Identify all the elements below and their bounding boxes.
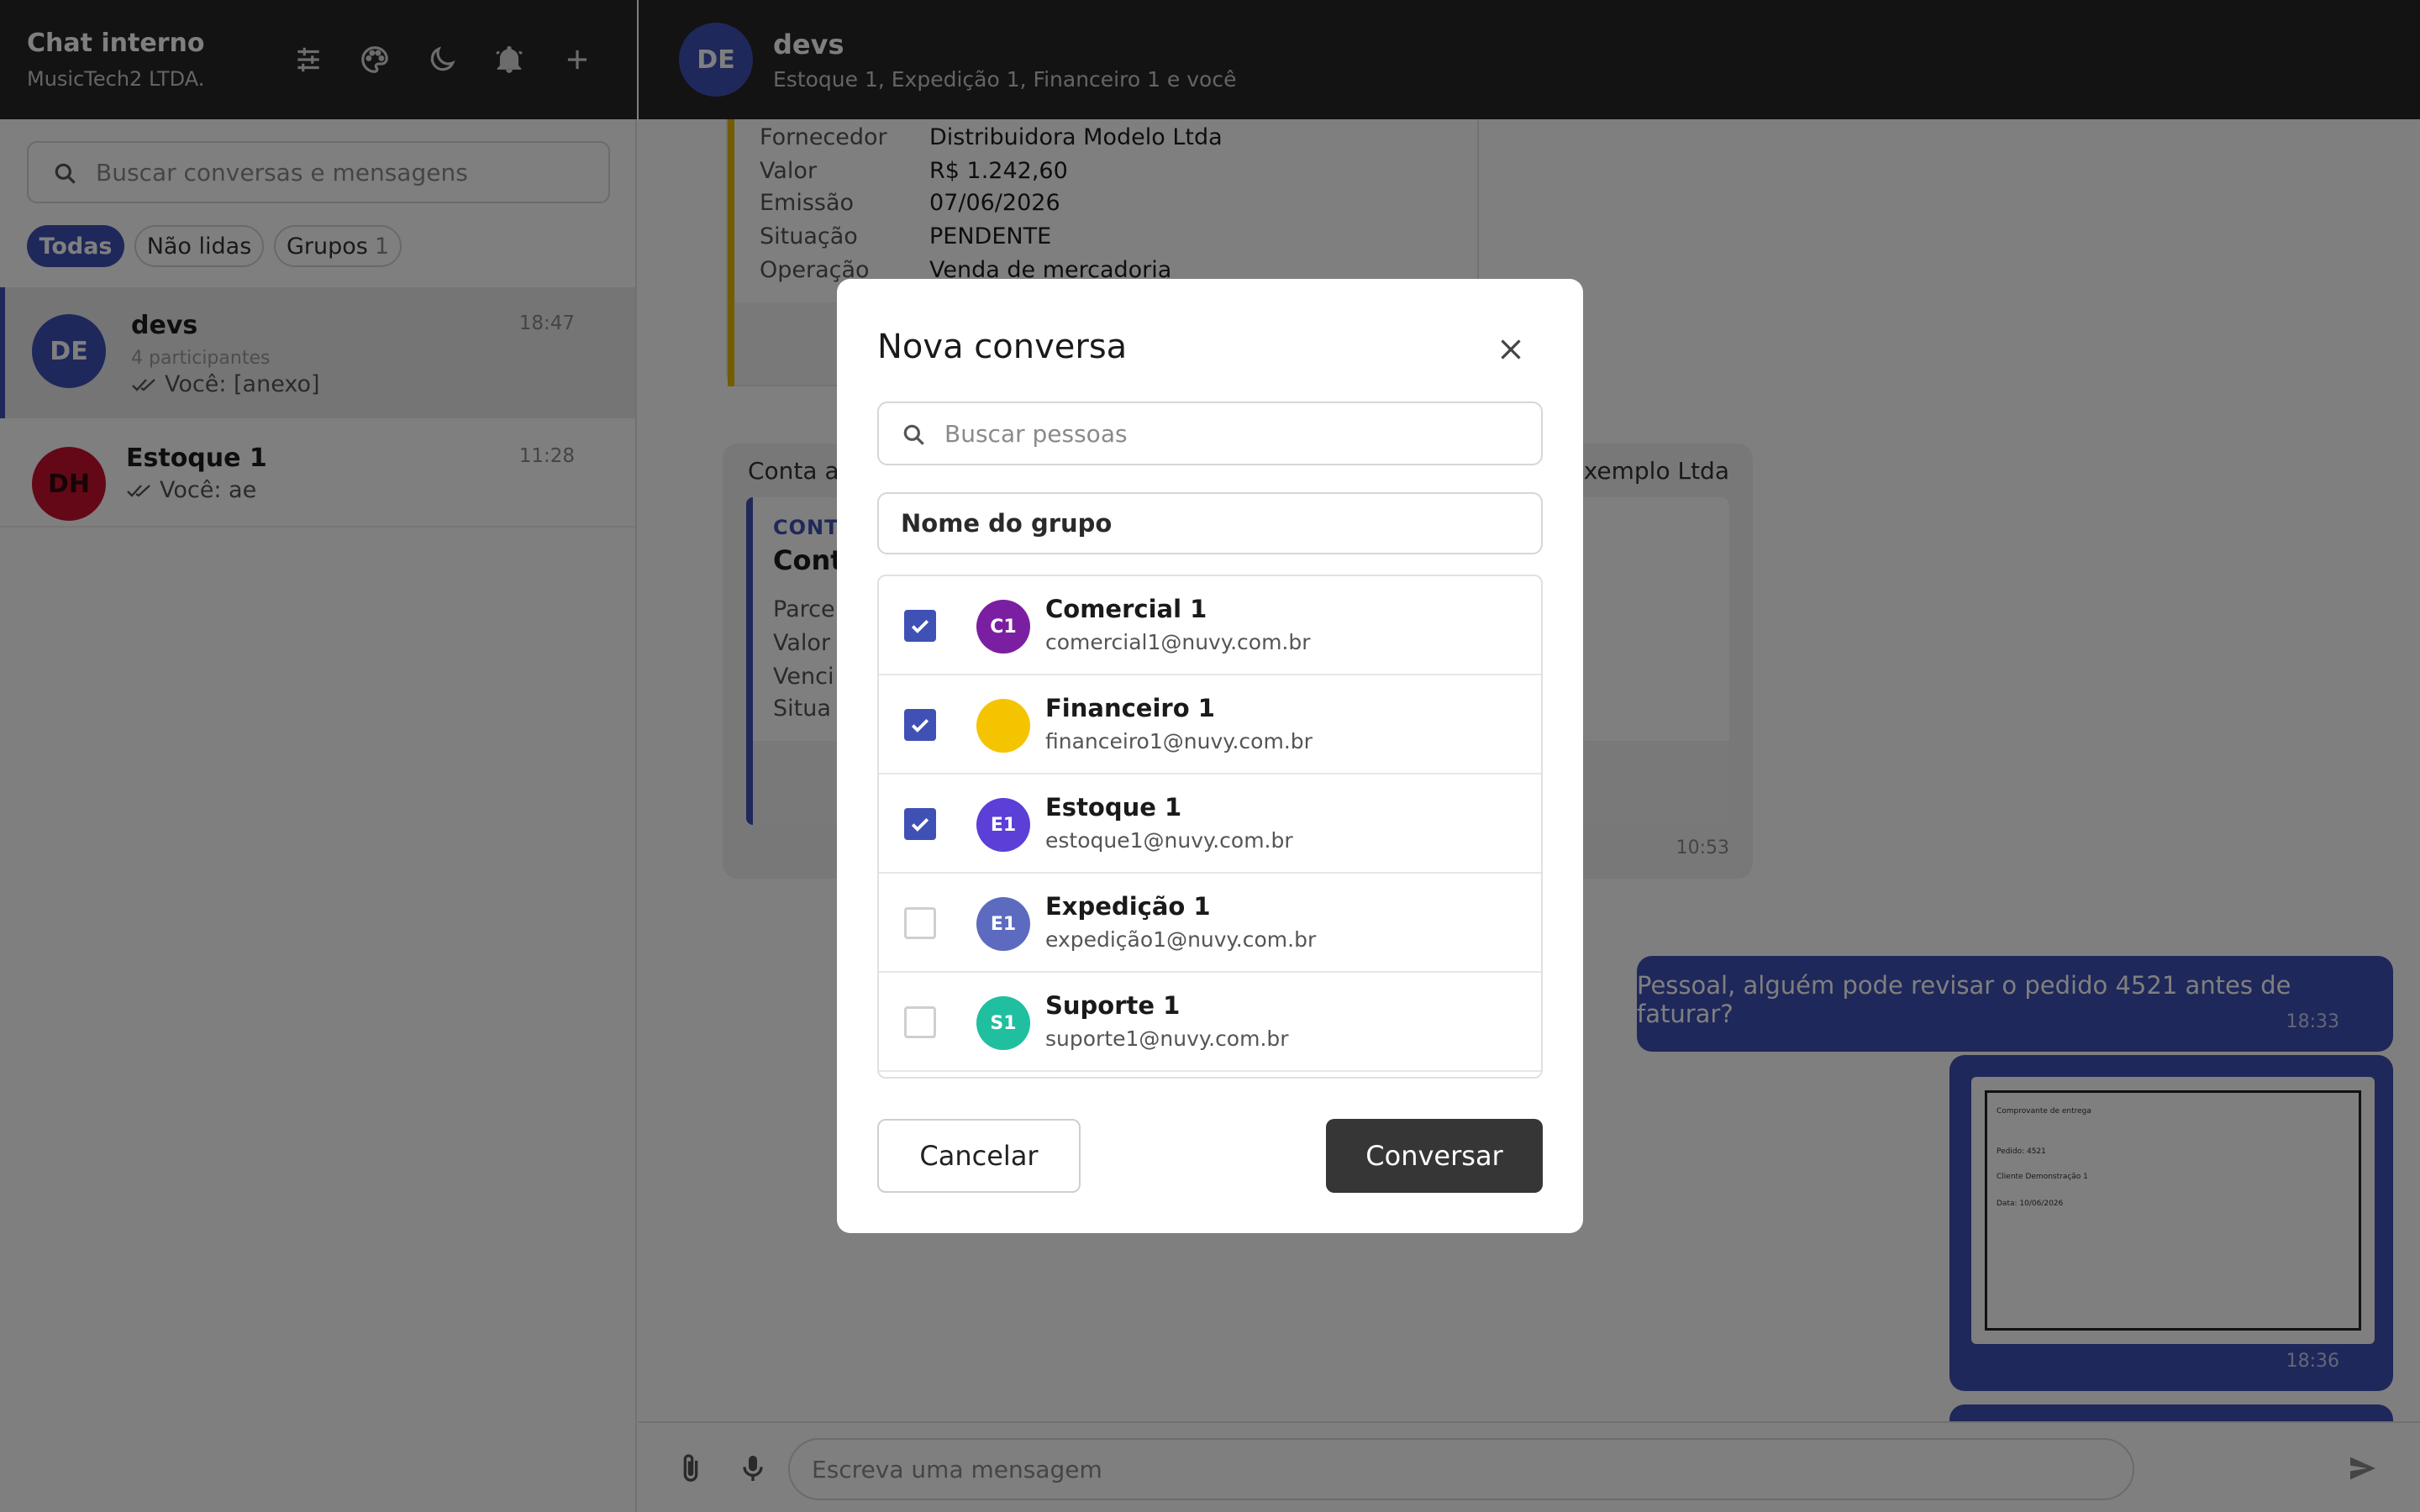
person-email: comercial1@nuvy.com.br — [1045, 630, 1311, 654]
avatar: E1 — [976, 798, 1030, 852]
checkbox-unchecked[interactable] — [904, 1006, 936, 1038]
people-list: C1 Comercial 1 comercial1@nuvy.com.br Fi… — [877, 575, 1543, 1079]
checkbox-checked[interactable] — [904, 610, 936, 642]
person-row[interactable]: C1 Comercial 1 comercial1@nuvy.com.br — [879, 576, 1541, 675]
cancel-button[interactable]: Cancelar — [877, 1119, 1081, 1193]
person-row[interactable]: E1 Estoque 1 estoque1@nuvy.com.br — [879, 774, 1541, 874]
avatar: E1 — [976, 897, 1030, 951]
avatar: C1 — [976, 600, 1030, 654]
checkbox-checked[interactable] — [904, 808, 936, 840]
people-search[interactable] — [877, 402, 1543, 465]
avatar — [976, 699, 1030, 753]
person-email: estoque1@nuvy.com.br — [1045, 828, 1293, 853]
person-name: Suporte 1 — [1045, 991, 1181, 1020]
group-name-field[interactable] — [877, 492, 1543, 554]
person-name: Expedição 1 — [1045, 892, 1211, 921]
new-conversation-dialog: Nova conversa C1 Comercial 1 comercial1@… — [837, 279, 1583, 1233]
dialog-title: Nova conversa — [877, 328, 1128, 366]
close-icon[interactable] — [1491, 329, 1531, 370]
person-email: expedição1@nuvy.com.br — [1045, 927, 1317, 952]
person-name: Comercial 1 — [1045, 595, 1207, 623]
avatar: S1 — [976, 996, 1030, 1050]
start-conversation-button[interactable]: Conversar — [1326, 1119, 1543, 1193]
person-name: Financeiro 1 — [1045, 694, 1215, 722]
person-email: suporte1@nuvy.com.br — [1045, 1026, 1289, 1051]
checkbox-checked[interactable] — [904, 709, 936, 741]
person-row[interactable]: E1 Expedição 1 expedição1@nuvy.com.br — [879, 874, 1541, 973]
search-icon — [903, 424, 924, 445]
person-row[interactable]: S1 Suporte 1 suporte1@nuvy.com.br — [879, 973, 1541, 1072]
person-email: financeiro1@nuvy.com.br — [1045, 729, 1313, 753]
checkbox-unchecked[interactable] — [904, 907, 936, 939]
people-search-input[interactable] — [944, 403, 1524, 464]
group-name-input[interactable] — [901, 494, 1523, 553]
person-name: Estoque 1 — [1045, 793, 1182, 822]
person-row[interactable]: Financeiro 1 financeiro1@nuvy.com.br — [879, 675, 1541, 774]
